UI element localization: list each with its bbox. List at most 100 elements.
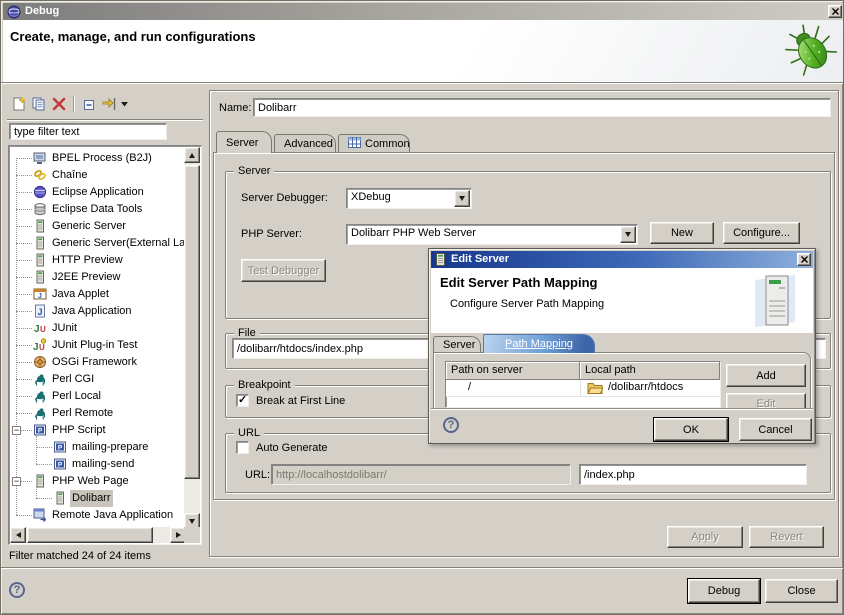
delete-icon[interactable] — [49, 94, 69, 114]
tree-item-label: Perl CGI — [50, 371, 96, 388]
dialog-banner: Edit Server Path Mapping Configure Serve… — [431, 268, 813, 333]
dialog-tab-server[interactable]: Server — [433, 336, 481, 353]
table-icon — [348, 137, 361, 151]
window-title: Debug — [25, 5, 59, 17]
tree-item-label: PHP Web Page — [50, 473, 131, 490]
dialog-close-button[interactable] — [797, 253, 811, 266]
cancel-button[interactable]: Cancel — [739, 418, 812, 441]
server-mini-icon — [435, 253, 446, 269]
footer-divider — [1, 567, 844, 569]
mapping-row[interactable]: //dolibarr/htdocs — [446, 380, 720, 397]
collapse-all-icon[interactable] — [79, 94, 99, 114]
dialog-tab-path-mapping-label: Path Mapping — [505, 338, 573, 350]
php-web-icon — [53, 491, 67, 505]
ok-button[interactable]: OK — [654, 418, 728, 441]
tree-item-perl-local[interactable]: Perl Local — [10, 388, 185, 405]
tab-server[interactable]: Server — [216, 131, 272, 153]
dialog-heading: Edit Server Path Mapping — [440, 275, 597, 290]
chevron-down-icon[interactable] — [454, 190, 470, 207]
svg-text:P: P — [58, 462, 63, 469]
help-icon[interactable]: ? — [9, 582, 25, 598]
tree-item-label: Generic Server — [50, 218, 128, 235]
tree-item-junit[interactable]: JUJUnit — [10, 320, 185, 337]
tree-item-http-preview[interactable]: HTTP Preview — [10, 252, 185, 269]
tree-item-label: Eclipse Application — [50, 184, 146, 201]
server-debugger-label: Server Debugger: — [241, 192, 328, 204]
auto-generate-checkbox[interactable] — [236, 441, 249, 454]
scroll-up-icon[interactable] — [184, 147, 200, 163]
chevron-down-icon[interactable] — [620, 226, 636, 243]
dialog-tab-path-mapping[interactable]: Path Mapping — [483, 334, 595, 353]
php-server-combo[interactable]: Dolibarr PHP Web Server — [346, 224, 638, 245]
vscroll-thumb[interactable] — [184, 165, 200, 479]
col-path-on-server[interactable]: Path on server — [446, 362, 580, 380]
col-local-path[interactable]: Local path — [580, 362, 720, 380]
tree-item-perl-cgi[interactable]: Perl CGI — [10, 371, 185, 388]
toolbar-divider — [7, 119, 203, 121]
new-config-icon[interactable] — [9, 94, 29, 114]
new-server-button[interactable]: New — [650, 222, 714, 244]
filter-input[interactable] — [9, 123, 167, 140]
configure-button[interactable]: Configure... — [723, 222, 800, 244]
tree-item-j2ee-preview[interactable]: J2EE Preview — [10, 269, 185, 286]
menu-down-icon[interactable] — [119, 94, 129, 114]
applet-icon: J — [33, 287, 47, 301]
auto-generate-label: Auto Generate — [256, 442, 328, 454]
duplicate-icon[interactable] — [29, 94, 49, 114]
tab-common[interactable]: Common — [338, 134, 410, 153]
tree-item-junit-plug-in-test[interactable]: JUJUnit Plug-in Test — [10, 337, 185, 354]
apply-button[interactable]: Apply — [667, 526, 743, 548]
revert-button[interactable]: Revert — [749, 526, 824, 548]
break-first-line-checkbox[interactable] — [236, 394, 249, 407]
php-file-icon: P — [53, 457, 67, 471]
banner-title: Create, manage, and run configurations — [10, 29, 256, 44]
tree-item-bpel-process-b2j[interactable]: BPEL Process (B2J) — [10, 150, 185, 167]
junit-icon: JU — [33, 321, 47, 335]
tree-item-generic-server[interactable]: Generic Server — [10, 218, 185, 235]
tree-item-eclipse-application[interactable]: Eclipse Application — [10, 184, 185, 201]
tree-item-generic-server-external-la[interactable]: Generic Server(External La — [10, 235, 185, 252]
scroll-corner — [184, 527, 200, 543]
tree-guide — [36, 498, 52, 499]
tree-hscrollbar[interactable] — [10, 527, 186, 543]
add-button[interactable]: Add — [726, 364, 806, 387]
tree-item-remote-java-application[interactable]: Remote Java Application — [10, 507, 185, 524]
dialog-help-icon[interactable]: ? — [443, 417, 459, 433]
svg-text:J: J — [37, 307, 42, 317]
tree-item-label: JUnit — [50, 320, 79, 337]
tree-vscrollbar[interactable] — [184, 147, 200, 529]
close-button[interactable]: Close — [765, 579, 838, 603]
tree-item-mailing-prepare[interactable]: Pmailing-prepare — [10, 439, 185, 456]
tree-guide — [36, 447, 52, 448]
collapse-expander-icon[interactable]: − — [12, 477, 21, 486]
window-close-button[interactable] — [828, 5, 842, 18]
test-debugger-button[interactable]: Test Debugger — [241, 259, 326, 282]
dialog-titlebar[interactable]: Edit Server — [431, 251, 813, 268]
collapse-expander-icon[interactable]: − — [12, 426, 21, 435]
tree-item-cha-ne[interactable]: Chaîne — [10, 167, 185, 184]
filter-icon[interactable] — [99, 94, 119, 114]
window-titlebar[interactable]: Debug — [3, 3, 843, 20]
tree-item-dolibarr[interactable]: Dolibarr — [10, 490, 185, 507]
server-debugger-combo[interactable]: XDebug — [346, 188, 472, 209]
url-path-input[interactable] — [579, 464, 807, 485]
tree-item-perl-remote[interactable]: Perl Remote — [10, 405, 185, 422]
scroll-left-icon[interactable] — [10, 527, 26, 543]
tree-item-mailing-send[interactable]: Pmailing-send — [10, 456, 185, 473]
tree-item-java-applet[interactable]: JJava Applet — [10, 286, 185, 303]
banner-divider — [1, 82, 844, 84]
name-input[interactable] — [253, 98, 831, 117]
camel-icon — [33, 406, 47, 420]
edit-server-dialog: Edit Server Edit Server Path Mapping Con… — [428, 248, 816, 444]
tree-item-eclipse-data-tools[interactable]: Eclipse Data Tools — [10, 201, 185, 218]
bug-icon — [784, 20, 840, 83]
tab-advanced[interactable]: Advanced — [274, 134, 336, 153]
dialog-title: Edit Server — [451, 253, 509, 265]
debug-button[interactable]: Debug — [688, 579, 760, 603]
tree-guide — [16, 192, 32, 193]
svg-text:U: U — [39, 343, 45, 352]
tree-item-java-application[interactable]: JJava Application — [10, 303, 185, 320]
tree-item-osgi-framework[interactable]: OSGi Framework — [10, 354, 185, 371]
svg-text:P: P — [58, 445, 63, 452]
hscroll-thumb[interactable] — [27, 527, 153, 543]
